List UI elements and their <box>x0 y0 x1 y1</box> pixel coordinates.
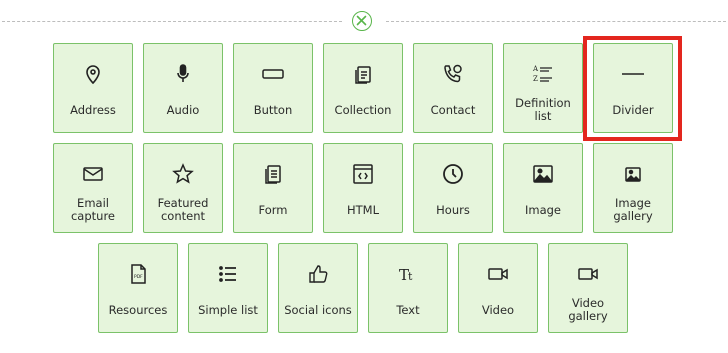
tile-form[interactable]: Form <box>233 143 313 233</box>
clock-icon <box>414 162 492 186</box>
tile-image-gallery[interactable]: Image gallery <box>593 143 673 233</box>
microphone-icon <box>144 62 222 86</box>
button-icon <box>234 62 312 86</box>
tile-collection[interactable]: Collection <box>323 43 403 133</box>
tile-label: Video gallery <box>568 296 608 323</box>
map-pin-icon <box>54 62 132 86</box>
tile-email-capture[interactable]: Email capture <box>53 143 133 233</box>
tile-image[interactable]: Image <box>503 143 583 233</box>
tile-label: Hours <box>436 202 470 217</box>
tile-simple-list[interactable]: Simple list <box>188 243 268 333</box>
tile-label: Image <box>524 202 562 217</box>
tile-label: Resources <box>108 302 168 317</box>
tile-divider[interactable]: Divider <box>593 43 673 133</box>
divider-line-right <box>386 21 726 22</box>
collection-icon <box>324 62 402 86</box>
image-gallery-icon <box>594 162 672 186</box>
tile-label: HTML <box>346 202 379 217</box>
video-gallery-icon <box>549 262 627 286</box>
envelope-icon <box>54 162 132 186</box>
star-icon <box>144 162 222 186</box>
tile-video[interactable]: Video <box>458 243 538 333</box>
close-icon <box>356 15 367 26</box>
tile-label: Form <box>258 202 288 217</box>
tile-hours[interactable]: Hours <box>413 143 493 233</box>
tile-label: Social icons <box>284 302 352 317</box>
thumbs-up-icon <box>279 262 357 286</box>
tile-label: Divider <box>612 102 654 117</box>
tile-label: Featured content <box>157 196 209 223</box>
close-button[interactable] <box>352 11 372 31</box>
tile-audio[interactable]: Audio <box>143 43 223 133</box>
tile-contact[interactable]: Contact <box>413 43 493 133</box>
text-tt-icon: Tt <box>369 262 447 286</box>
svg-text:PDF: PDF <box>134 274 143 280</box>
tile-featured-content[interactable]: Featured content <box>143 143 223 233</box>
tile-definition-list[interactable]: A Z Definition list <box>503 43 583 133</box>
tile-label: Collection <box>334 102 392 117</box>
tile-text[interactable]: Tt Text <box>368 243 448 333</box>
tile-label: Image gallery <box>613 196 653 223</box>
pdf-file-icon: PDF <box>99 262 177 286</box>
svg-text:t: t <box>408 270 413 283</box>
image-icon <box>504 162 582 186</box>
tile-label: Email capture <box>70 196 116 223</box>
tile-video-gallery[interactable]: Video gallery <box>548 243 628 333</box>
tile-label: Address <box>70 102 116 117</box>
tile-label: Video <box>481 302 515 317</box>
video-camera-icon <box>459 262 537 286</box>
form-icon <box>234 162 312 186</box>
tile-address[interactable]: Address <box>53 43 133 133</box>
tile-resources[interactable]: PDF Resources <box>98 243 178 333</box>
definition-list-icon: AZ <box>504 62 582 86</box>
tile-label: Contact <box>430 102 476 117</box>
tile-social-icons[interactable]: Social icons <box>278 243 358 333</box>
code-window-icon <box>324 162 402 186</box>
tile-label: Audio <box>166 102 200 117</box>
tile-label: Text <box>396 302 420 317</box>
bullet-list-icon <box>189 262 267 286</box>
svg-text:A: A <box>532 65 539 73</box>
tile-html[interactable]: HTML <box>323 143 403 233</box>
divider-line-left <box>2 21 342 22</box>
svg-text:Z: Z <box>533 75 538 83</box>
phone-chat-icon <box>414 62 492 86</box>
tile-label: Simple list <box>198 302 258 317</box>
tile-label: Definition list <box>515 96 571 123</box>
tile-button[interactable]: Button <box>233 43 313 133</box>
tile-label: Button <box>253 102 293 117</box>
divider-line-icon <box>594 62 672 86</box>
